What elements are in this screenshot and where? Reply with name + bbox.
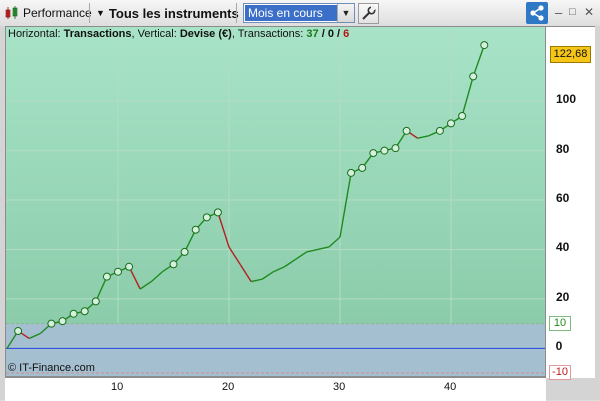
- period-select[interactable]: Mois en cours ▼: [243, 3, 355, 23]
- equity-segment: [417, 135, 429, 139]
- performance-window: Performance ▼ Tous les instruments Mois …: [0, 0, 600, 401]
- equity-segment: [273, 266, 285, 273]
- transaction-point[interactable]: [125, 262, 134, 271]
- transaction-point[interactable]: [391, 144, 400, 153]
- chevron-down-icon[interactable]: ▼: [337, 4, 354, 22]
- instruments-dropdown[interactable]: ▼ Tous les instruments: [96, 0, 239, 26]
- chart-area[interactable]: [5, 26, 546, 377]
- horizontal-value: Transactions: [63, 28, 132, 40]
- upper-level-badge: 10: [549, 315, 571, 331]
- transaction-point[interactable]: [191, 225, 200, 234]
- y-tick-label: 80: [556, 141, 570, 156]
- equity-segment: [472, 44, 485, 77]
- toolbar-separator: [89, 3, 90, 23]
- equity-segment: [95, 276, 108, 302]
- transaction-point[interactable]: [358, 163, 367, 172]
- dropdown-arrow-icon: ▼: [96, 8, 105, 18]
- transaction-point[interactable]: [435, 126, 444, 135]
- transaction-point[interactable]: [402, 126, 411, 135]
- maximize-icon[interactable]: □: [569, 6, 576, 19]
- transaction-point[interactable]: [114, 267, 122, 276]
- performance-menu[interactable]: Performance: [4, 0, 92, 26]
- y-tick-label: 60: [556, 191, 570, 206]
- transaction-point[interactable]: [458, 111, 467, 120]
- transaction-point[interactable]: [447, 119, 455, 128]
- transaction-point[interactable]: [380, 146, 389, 155]
- transaction-point[interactable]: [369, 149, 378, 158]
- equity-segment: [339, 172, 352, 238]
- y-tick-label: 40: [556, 240, 570, 255]
- wrench-icon: [362, 6, 376, 20]
- transaction-point[interactable]: [58, 317, 67, 326]
- equity-segment: [261, 271, 274, 280]
- y-tick-label: 100: [556, 92, 577, 107]
- transactions-label: Transactions:: [237, 28, 304, 40]
- y-tick-label: 20: [556, 289, 570, 304]
- transaction-point[interactable]: [180, 247, 189, 256]
- equity-segment: [139, 281, 152, 290]
- equity-segment: [295, 251, 308, 260]
- performance-label: Performance: [23, 6, 92, 20]
- close-icon[interactable]: ✕: [584, 6, 594, 19]
- minimize-icon[interactable]: –: [555, 6, 562, 19]
- neutral-count: 0: [327, 28, 334, 40]
- performance-chart: [6, 27, 545, 376]
- transaction-point[interactable]: [202, 213, 211, 222]
- zero-level-label: 0: [555, 339, 563, 354]
- equity-segment: [217, 212, 230, 248]
- x-tick-label: 40: [444, 381, 457, 393]
- equity-segment: [239, 263, 252, 282]
- transaction-point[interactable]: [69, 309, 78, 318]
- instruments-label: Tous les instruments: [108, 5, 239, 21]
- wins-count: 37: [306, 28, 319, 40]
- x-axis-panel: [5, 377, 546, 401]
- transaction-point[interactable]: [47, 319, 56, 328]
- last-value-badge: 122,68: [550, 46, 591, 63]
- transaction-point[interactable]: [80, 307, 89, 316]
- x-tick-label: 10: [111, 381, 124, 393]
- share-button[interactable]: [526, 2, 548, 24]
- horizontal-label: Horizontal:: [8, 28, 61, 40]
- transaction-point[interactable]: [347, 168, 356, 177]
- transaction-point[interactable]: [469, 72, 478, 81]
- transaction-point[interactable]: [14, 327, 23, 336]
- equity-segment: [251, 278, 263, 283]
- candlestick-icon: [5, 6, 18, 19]
- equity-segment: [284, 258, 296, 268]
- settings-button[interactable]: [358, 3, 379, 24]
- window-border: [595, 26, 600, 400]
- transaction-point[interactable]: [213, 208, 222, 217]
- share-icon: [530, 5, 544, 21]
- copyright-text: © IT-Finance.com: [8, 362, 95, 374]
- equity-segment: [150, 271, 163, 283]
- transaction-point[interactable]: [169, 260, 178, 269]
- x-tick-label: 20: [222, 381, 235, 393]
- chart-info-bar: Horizontal: Transactions, Vertical: Devi…: [8, 28, 350, 40]
- vertical-label: Vertical:: [137, 28, 177, 40]
- toolbar-separator: [236, 3, 237, 23]
- lower-level-badge: -10: [549, 365, 571, 381]
- x-tick-label: 30: [333, 381, 346, 393]
- vertical-value: Devise (€): [179, 28, 232, 40]
- period-value: Mois en cours: [245, 5, 338, 21]
- transaction-point[interactable]: [480, 41, 489, 50]
- losses-count: 6: [343, 28, 350, 40]
- transaction-point[interactable]: [91, 297, 100, 306]
- equity-segment: [328, 236, 341, 248]
- equity-segment: [461, 76, 474, 117]
- toolbar: Performance ▼ Tous les instruments Mois …: [0, 0, 600, 27]
- transaction-point[interactable]: [102, 272, 111, 281]
